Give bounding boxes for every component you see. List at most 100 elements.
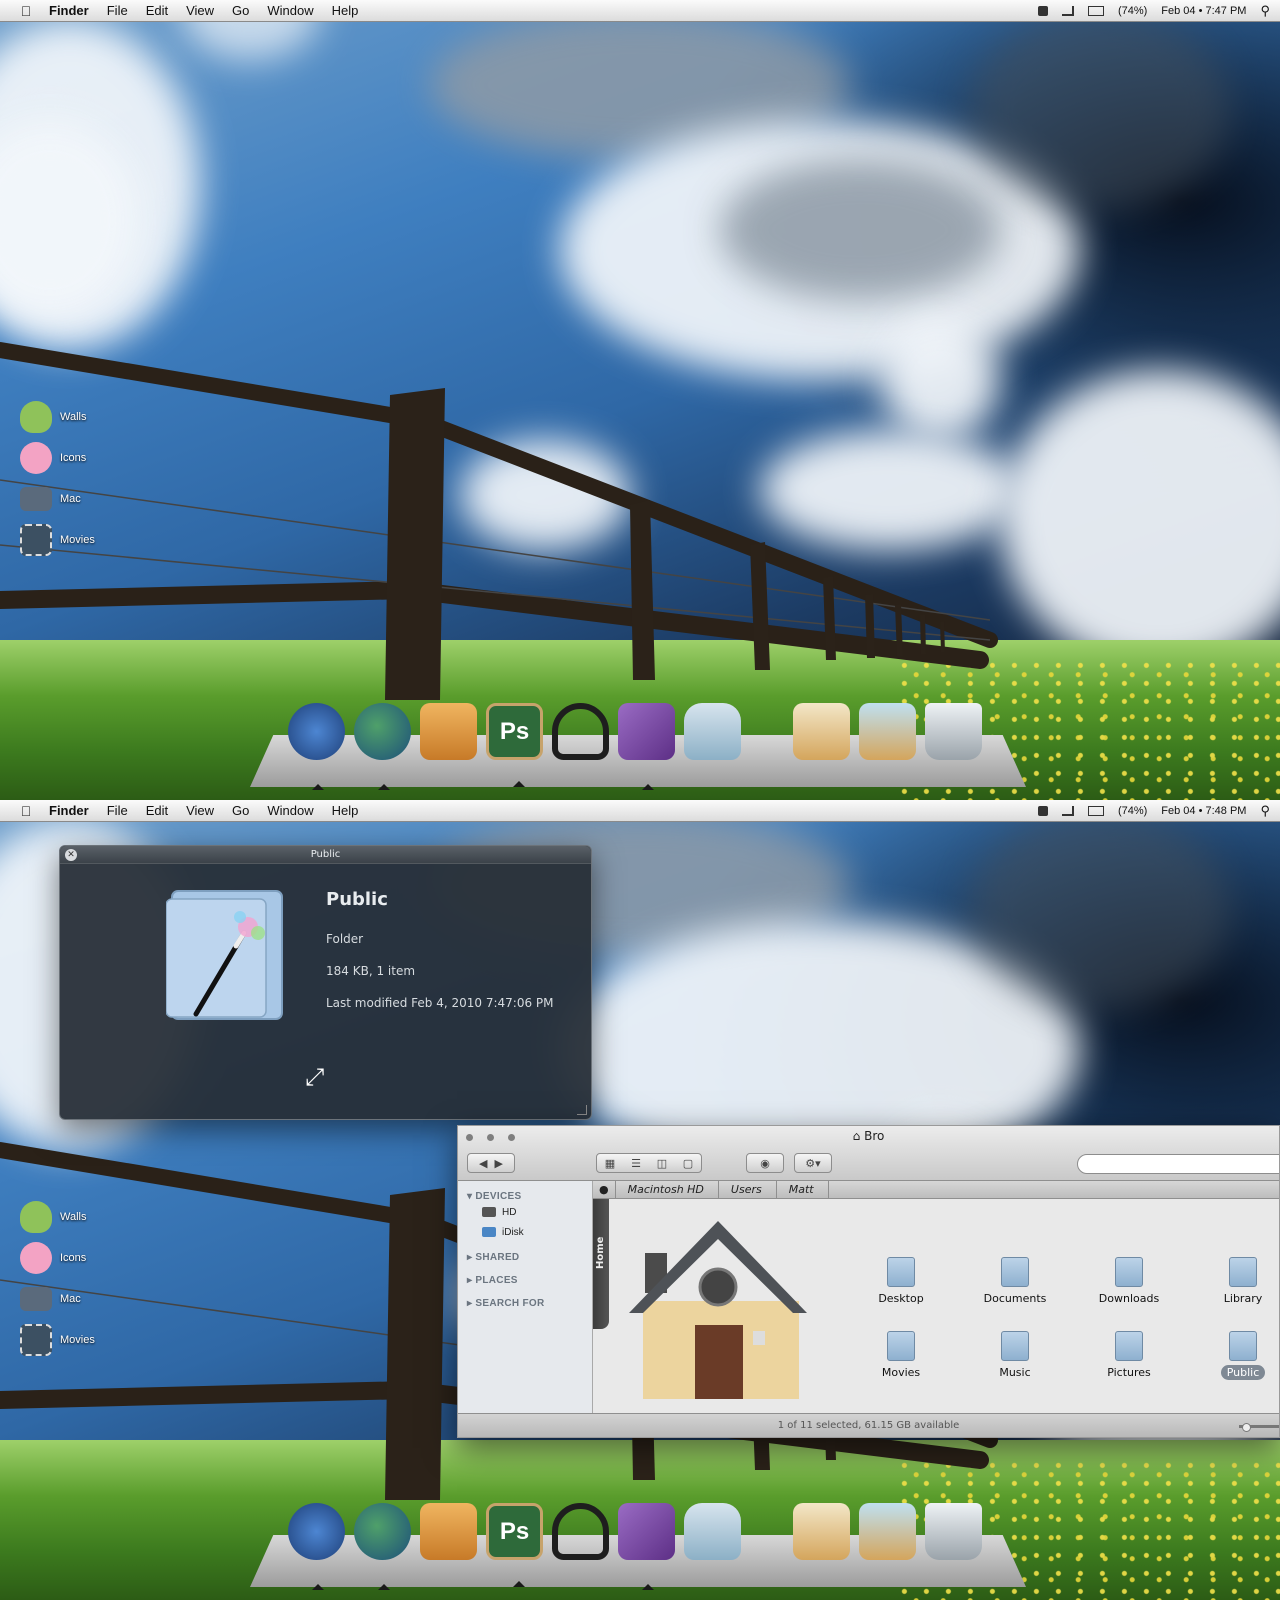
desktop-icon-mac[interactable]: Mac [20, 478, 95, 519]
close-icon[interactable]: ✕ [65, 849, 77, 861]
coverflow-view-icon[interactable]: ▢ [675, 1157, 701, 1170]
status-menu-icon[interactable] [1037, 6, 1048, 16]
menu-clock[interactable]: Feb 04 • 7:47 PM [1161, 5, 1246, 17]
home-tab[interactable]: Home [593, 1199, 609, 1329]
dock-jar-icon[interactable] [684, 703, 741, 760]
folder-label: Public [1220, 1365, 1266, 1380]
fullscreen-icon[interactable]: ⤢ [305, 1063, 337, 1095]
sidebar-header-places[interactable]: ▸ PLACES [458, 1275, 592, 1286]
menu-window[interactable]: Window [258, 3, 322, 18]
menu-go[interactable]: Go [223, 803, 258, 818]
dock-globe-icon[interactable] [354, 703, 411, 790]
dock-box-icon-2[interactable] [859, 1503, 916, 1560]
quicklook-button[interactable]: ◉ [746, 1153, 784, 1173]
path-crumb-user[interactable]: Matt [777, 1180, 829, 1199]
desktop-icon-movies[interactable]: Movies [20, 1319, 95, 1360]
dock-radar-icon[interactable] [288, 703, 345, 790]
folder-public[interactable]: Public [1198, 1331, 1279, 1380]
dock-milka-icon[interactable] [618, 703, 675, 790]
back-forward-buttons[interactable]: ◀ ▶ [467, 1153, 515, 1173]
folder-documents[interactable]: Documents [970, 1257, 1060, 1305]
path-crumb-disk[interactable]: Macintosh HD [616, 1180, 719, 1199]
dock-items: Ps [288, 1503, 982, 1590]
icon-view-icon[interactable]: ▦ [597, 1157, 623, 1170]
dock-ichat-icon[interactable] [420, 1503, 477, 1560]
signal-bars-icon[interactable] [1061, 806, 1074, 816]
eye-icon: ◉ [760, 1156, 770, 1170]
back-arrow-icon[interactable]: ◀ [479, 1157, 487, 1170]
menu-help[interactable]: Help [323, 803, 368, 818]
finder-sidebar: ▾ DEVICES HD iDisk ▸ SHARED ▸ PLACES ▸ S… [458, 1181, 593, 1413]
resize-handle[interactable] [577, 1105, 587, 1115]
spotlight-icon[interactable]: ⚲ [1260, 803, 1270, 819]
action-menu-button[interactable]: ⚙▾ [794, 1153, 832, 1173]
path-bar: ● Macintosh HD Users Matt [593, 1180, 1279, 1199]
folder-label: Pictures [1107, 1366, 1151, 1379]
library-folder-icon [1229, 1257, 1257, 1287]
dock-box-icon[interactable] [793, 1503, 850, 1560]
desktop-icon-icons[interactable]: Icons [20, 1237, 95, 1278]
menu-edit[interactable]: Edit [137, 3, 177, 18]
root-apple-icon[interactable]: ● [593, 1180, 616, 1199]
desktop-icon-walls[interactable]: Walls [20, 396, 95, 437]
idisk-icon [482, 1227, 496, 1237]
dock-radar-icon[interactable] [288, 1503, 345, 1590]
view-mode-buttons[interactable]: ▦ ☰ ◫ ▢ [596, 1153, 702, 1173]
dock-headphones-icon[interactable] [552, 703, 609, 760]
spotlight-icon[interactable]: ⚲ [1260, 3, 1270, 19]
dock-milka-icon[interactable] [618, 1503, 675, 1590]
folder-movies[interactable]: Movies [856, 1331, 946, 1379]
dock-photoshop-icon[interactable]: Ps [486, 703, 543, 787]
list-view-icon[interactable]: ☰ [623, 1157, 649, 1170]
folder-music[interactable]: Music [970, 1331, 1060, 1379]
dock-ichat-icon[interactable] [420, 703, 477, 760]
menu-file[interactable]: File [98, 3, 137, 18]
menu-help[interactable]: Help [323, 3, 368, 18]
dock-photoshop-icon[interactable]: Ps [486, 1503, 543, 1587]
sidebar-item-idisk[interactable]: iDisk [458, 1222, 592, 1242]
menu-go[interactable]: Go [223, 3, 258, 18]
menu-window[interactable]: Window [258, 803, 322, 818]
desktop-icon-mac[interactable]: Mac [20, 1278, 95, 1319]
battery-icon[interactable] [1087, 806, 1104, 816]
sidebar-header-shared[interactable]: ▸ SHARED [458, 1252, 592, 1263]
apple-menu-icon[interactable]:  [12, 803, 40, 819]
folder-library[interactable]: Library [1198, 1257, 1279, 1305]
path-crumb-users[interactable]: Users [719, 1180, 777, 1199]
icon-size-slider-knob[interactable] [1242, 1423, 1251, 1432]
folder-pictures[interactable]: Pictures [1084, 1331, 1174, 1379]
menu-app-name[interactable]: Finder [40, 3, 98, 18]
battery-percent[interactable]: (74%) [1118, 5, 1147, 17]
dock-headphones-icon[interactable] [552, 1503, 609, 1560]
search-input[interactable] [1077, 1154, 1279, 1174]
dock-trash-icon[interactable] [925, 703, 982, 760]
dock-box-icon-2[interactable] [859, 703, 916, 760]
menu-app-name[interactable]: Finder [40, 803, 98, 818]
dock-box-icon[interactable] [793, 703, 850, 760]
signal-bars-icon[interactable] [1061, 6, 1074, 16]
documents-folder-icon [1001, 1257, 1029, 1287]
menu-view[interactable]: View [177, 3, 223, 18]
folder-desktop[interactable]: Desktop [856, 1257, 946, 1305]
column-view-icon[interactable]: ◫ [649, 1157, 675, 1170]
menu-view[interactable]: View [177, 803, 223, 818]
dock-trash-icon[interactable] [925, 1503, 982, 1560]
sidebar-header-devices[interactable]: ▾ DEVICES [458, 1191, 592, 1202]
menu-edit[interactable]: Edit [137, 803, 177, 818]
menu-file[interactable]: File [98, 803, 137, 818]
battery-icon[interactable] [1087, 6, 1104, 16]
desktop-icon-icons[interactable]: Icons [20, 437, 95, 478]
desktop-icon-movies[interactable]: Movies [20, 519, 95, 560]
desktop-icon-walls[interactable]: Walls [20, 1196, 95, 1237]
sidebar-item-hd[interactable]: HD [458, 1202, 592, 1222]
sidebar-header-search[interactable]: ▸ SEARCH FOR [458, 1298, 592, 1309]
status-menu-icon[interactable] [1037, 806, 1048, 816]
menu-clock[interactable]: Feb 04 • 7:48 PM [1161, 805, 1246, 817]
forward-arrow-icon[interactable]: ▶ [495, 1157, 503, 1170]
dock-jar-icon[interactable] [684, 1503, 741, 1560]
dock-globe-icon[interactable] [354, 1503, 411, 1590]
house-icon [629, 1221, 807, 1399]
folder-downloads[interactable]: Downloads [1084, 1257, 1174, 1305]
apple-menu-icon[interactable]:  [12, 3, 40, 19]
battery-percent[interactable]: (74%) [1118, 805, 1147, 817]
